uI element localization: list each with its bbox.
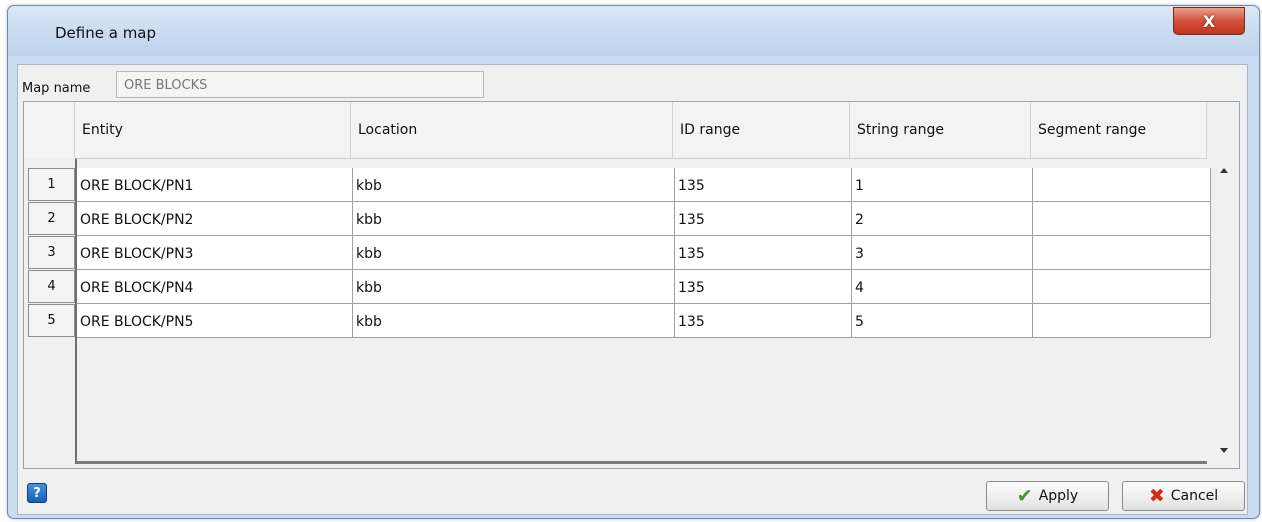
column-header-string-range[interactable]: String range — [850, 102, 1031, 158]
cancel-button[interactable]: ✖ Cancel — [1122, 481, 1245, 511]
cell-segment-range[interactable] — [1033, 202, 1211, 236]
column-header-segment-range[interactable]: Segment range — [1031, 102, 1207, 158]
apply-label: Apply — [1038, 488, 1079, 504]
close-button[interactable]: X — [1173, 7, 1245, 35]
cell-location[interactable]: kbb — [353, 304, 675, 338]
define-map-dialog: Define a map X Map name ORE BLOCKS Entit… — [7, 5, 1260, 519]
cell-string-range[interactable]: 4 — [852, 270, 1033, 304]
scroll-down-icon[interactable] — [1220, 448, 1228, 453]
apply-button[interactable]: ✔ Apply — [986, 481, 1109, 511]
cell-segment-range[interactable] — [1033, 270, 1211, 304]
cell-entity[interactable]: ORE BLOCK/PN1 — [77, 168, 353, 202]
cell-location[interactable]: kbb — [353, 236, 675, 270]
cancel-label: Cancel — [1170, 488, 1219, 504]
map-name-label: Map name — [22, 81, 91, 96]
row-header[interactable]: 5 — [28, 304, 75, 337]
cell-entity[interactable]: ORE BLOCK/PN2 — [77, 202, 353, 236]
window-title: Define a map — [55, 24, 157, 42]
map-name-field[interactable]: ORE BLOCKS — [116, 71, 484, 98]
cell-string-range[interactable]: 2 — [852, 202, 1033, 236]
row-header[interactable]: 1 — [28, 168, 75, 201]
column-header-location[interactable]: Location — [351, 102, 673, 158]
corner-header — [24, 102, 75, 158]
cell-string-range[interactable]: 1 — [852, 168, 1033, 202]
check-icon: ✔ — [1016, 485, 1033, 507]
cell-segment-range[interactable] — [1033, 236, 1211, 270]
cell-location[interactable]: kbb — [353, 202, 675, 236]
cell-id-range[interactable]: 135 — [675, 168, 852, 202]
scroll-up-icon[interactable] — [1220, 168, 1228, 173]
cell-id-range[interactable]: 135 — [675, 270, 852, 304]
cell-id-range[interactable]: 135 — [675, 202, 852, 236]
map-grid: Entity Location ID range String range Se… — [23, 101, 1240, 469]
vertical-scrollbar[interactable] — [1214, 158, 1238, 464]
cell-segment-range[interactable] — [1033, 304, 1211, 338]
x-icon: ✖ — [1148, 485, 1165, 507]
cell-id-range[interactable]: 135 — [675, 236, 852, 270]
title-bar[interactable]: Define a map X — [8, 6, 1259, 56]
row-header[interactable]: 3 — [28, 236, 75, 269]
column-header-id-range[interactable]: ID range — [673, 102, 850, 158]
cell-entity[interactable]: ORE BLOCK/PN5 — [77, 304, 353, 338]
cell-string-range[interactable]: 3 — [852, 236, 1033, 270]
dialog-body: Map name ORE BLOCKS Entity Location ID r… — [17, 64, 1248, 515]
cell-entity[interactable]: ORE BLOCK/PN4 — [77, 270, 353, 304]
close-icon: X — [1202, 11, 1216, 31]
help-icon: ? — [33, 485, 41, 501]
cell-string-range[interactable]: 5 — [852, 304, 1033, 338]
row-header[interactable]: 4 — [28, 270, 75, 303]
cell-location[interactable]: kbb — [353, 168, 675, 202]
cell-entity[interactable]: ORE BLOCK/PN3 — [77, 236, 353, 270]
column-header-entity[interactable]: Entity — [75, 102, 351, 158]
cell-segment-range[interactable] — [1033, 168, 1211, 202]
help-button[interactable]: ? — [27, 483, 47, 503]
row-header[interactable]: 2 — [28, 202, 75, 235]
cell-id-range[interactable]: 135 — [675, 304, 852, 338]
cell-location[interactable]: kbb — [353, 270, 675, 304]
